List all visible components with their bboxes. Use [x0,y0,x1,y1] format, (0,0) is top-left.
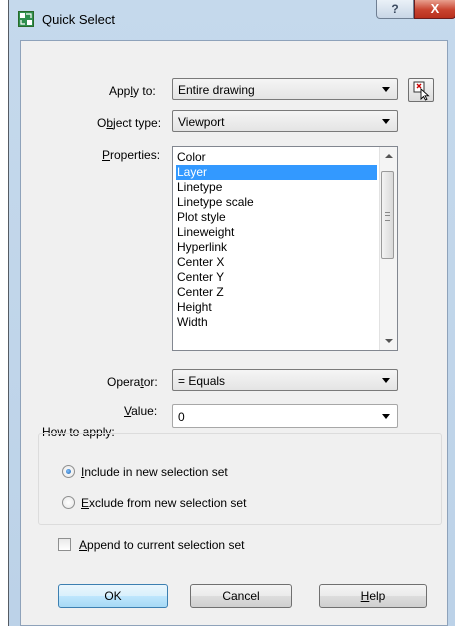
how-to-apply-group [38,433,442,525]
cancel-button[interactable]: Cancel [190,584,292,608]
list-item[interactable]: Center X [176,255,377,270]
value-label: Value: [124,404,158,418]
help-button[interactable]: Help [319,584,427,608]
list-item[interactable]: Center Z [176,285,377,300]
title-bar[interactable]: Quick Select ? X [9,0,455,40]
object-type-label: Object type: [97,116,162,130]
operator-label: Operator: [107,375,158,389]
include-label[interactable]: Include in new selection set [81,465,228,479]
list-item[interactable]: Lineweight [176,225,377,240]
chevron-down-icon [382,414,390,419]
operator-value: = Equals [178,374,226,388]
exclude-radio[interactable] [62,496,75,509]
list-item-selected[interactable]: Layer [176,165,377,180]
list-item[interactable]: Linetype [176,180,377,195]
apply-to-label: Apply to: [109,84,156,98]
exclude-label[interactable]: Exclude from new selection set [81,496,246,510]
operator-dropdown[interactable]: = Equals [172,369,398,391]
list-item[interactable]: Plot style [176,210,377,225]
list-item[interactable]: Linetype scale [176,195,377,210]
list-item[interactable]: Center Y [176,270,377,285]
select-objects-icon [413,81,430,101]
apply-to-value: Entire drawing [178,83,255,97]
dialog-body: Apply to: Entire drawing Object type: Vi… [20,40,448,626]
include-radio[interactable] [62,465,75,478]
ok-button[interactable]: OK [58,584,168,608]
list-item[interactable]: Hyperlink [176,240,377,255]
object-type-dropdown[interactable]: Viewport [172,110,398,132]
chevron-down-icon [382,378,390,383]
scrollbar-thumb[interactable] [381,171,394,259]
append-label[interactable]: Append to current selection set [79,538,244,552]
quick-select-window: Quick Select ? X Apply to: Entire drawin… [8,0,455,626]
list-item[interactable]: Color [176,150,377,165]
apply-to-dropdown[interactable]: Entire drawing [172,78,398,100]
properties-scrollbar[interactable] [379,147,397,350]
close-button[interactable]: X [414,0,455,19]
object-type-value: Viewport [178,115,225,129]
append-checkbox[interactable] [58,538,71,551]
quick-select-app-icon [18,11,34,27]
scroll-up-arrow-icon[interactable] [385,154,393,158]
list-item[interactable]: Width [176,315,377,330]
properties-listbox[interactable]: Color Layer Linetype Linetype scale Plot… [172,146,398,351]
list-item[interactable]: Height [176,300,377,315]
window-title: Quick Select [42,12,115,27]
value-combo[interactable]: 0 [172,404,398,428]
value-text: 0 [178,410,185,424]
grip-icon [385,212,390,221]
chevron-down-icon [382,87,390,92]
properties-label: Properties: [102,148,161,162]
select-objects-button[interactable] [408,78,434,102]
title-help-button[interactable]: ? [376,0,414,19]
chevron-down-icon [382,119,390,124]
scroll-down-arrow-icon[interactable] [385,339,393,343]
